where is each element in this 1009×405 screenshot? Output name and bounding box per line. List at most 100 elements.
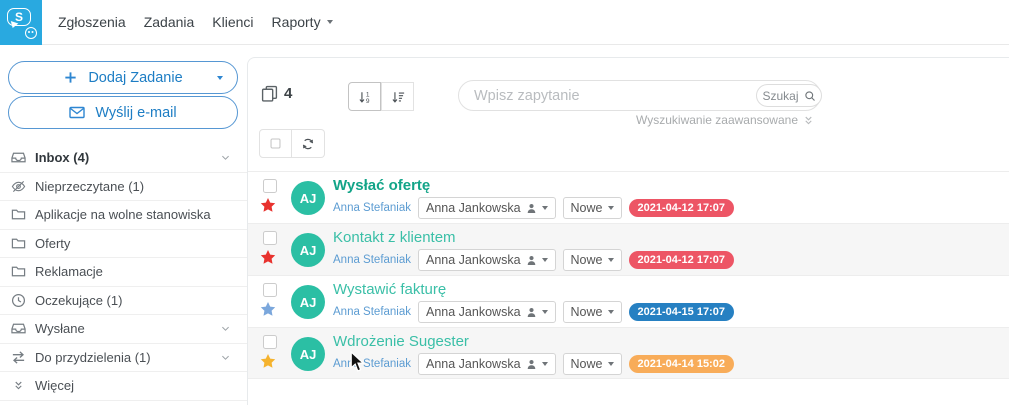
- sort-button-group: 19: [348, 82, 414, 111]
- app-screen: S Zgłoszenia Zadania Klienci Raporty Dod…: [0, 0, 1009, 405]
- avatar-initials: AJ: [299, 242, 317, 258]
- folder-item-icon: [10, 380, 26, 391]
- logo-bubble-icon: S: [7, 7, 31, 26]
- logo-letter: S: [14, 9, 23, 24]
- send-email-button[interactable]: Wyślij e-mail: [8, 96, 238, 129]
- task-meta: Anna Stefaniak Anna Jankowska Nowe 2021-…: [333, 249, 734, 271]
- caret-down-icon: [541, 258, 548, 262]
- status-dropdown[interactable]: Nowe: [562, 249, 622, 271]
- folder-item-label: Inbox (4): [35, 150, 90, 166]
- sidebar-folder-item[interactable]: Wysłane: [0, 315, 247, 344]
- avatar: AJ: [291, 181, 325, 215]
- sidebar-folder-item[interactable]: Reklamacje: [0, 258, 247, 287]
- search-button[interactable]: Szukaj: [756, 84, 822, 107]
- assignee-dropdown[interactable]: Anna Jankowska: [418, 249, 556, 271]
- task-row-content: Wysłać ofertę Anna Stefaniak Anna Jankow…: [333, 172, 999, 223]
- folder-item-icon: [10, 264, 26, 279]
- assignee-dropdown[interactable]: Anna Jankowska: [418, 197, 556, 219]
- status-label: Nowe: [570, 201, 603, 215]
- folder-item-icon: [10, 321, 26, 336]
- nav-item[interactable]: Zgłoszenia: [49, 14, 135, 30]
- double-chevron-down-icon: [803, 115, 814, 126]
- avatar-initials: AJ: [299, 294, 317, 310]
- folder-item-icon: [10, 350, 26, 365]
- chevron-down-icon[interactable]: [220, 323, 231, 334]
- sidebar-folder-item[interactable]: Oferty: [0, 229, 247, 258]
- search-button-label: Szukaj: [762, 88, 799, 103]
- avatar-initials: AJ: [299, 190, 317, 206]
- caret-down-icon[interactable]: [217, 76, 223, 80]
- folder-item-label: Reklamacje: [35, 264, 103, 280]
- person-icon: [526, 307, 537, 318]
- task-title[interactable]: Wdrożenie Sugester: [333, 333, 469, 350]
- sort-button[interactable]: [381, 82, 414, 111]
- task-checkbox[interactable]: [263, 231, 277, 245]
- star-icon[interactable]: [260, 301, 276, 317]
- star-icon[interactable]: [260, 353, 276, 369]
- caret-down-icon: [541, 362, 548, 366]
- sidebar-folder-item[interactable]: Inbox (4): [0, 144, 247, 173]
- sidebar-folder-item[interactable]: Nieprzeczytane (1): [0, 172, 247, 201]
- task-title[interactable]: Wysłać ofertę: [333, 177, 430, 194]
- task-title[interactable]: Wystawić fakturę: [333, 281, 446, 298]
- main-menu: Zgłoszenia Zadania Klienci Raporty: [49, 0, 342, 44]
- chevron-down-icon[interactable]: [220, 352, 231, 363]
- task-from-link[interactable]: Anna Stefaniak: [333, 358, 411, 370]
- star-icon[interactable]: [260, 249, 276, 265]
- folder-item-icon: [10, 236, 26, 251]
- sidebar-folder-item[interactable]: Oczekujące (1): [0, 286, 247, 315]
- task-checkbox[interactable]: [263, 283, 277, 297]
- task-from-link[interactable]: Anna Stefaniak: [333, 254, 411, 266]
- caret-down-icon: [607, 206, 614, 210]
- task-meta: Anna Stefaniak Anna Jankowska Nowe 2021-…: [333, 197, 734, 219]
- envelope-icon: [69, 106, 86, 119]
- date-badge: 2021-04-14 15:02: [628, 355, 734, 373]
- task-checkbox[interactable]: [263, 179, 277, 193]
- nav-item[interactable]: Raporty: [263, 14, 342, 30]
- sidebar-folder-item[interactable]: Więcej: [0, 372, 247, 401]
- nav-item-label: Zgłoszenia: [58, 14, 126, 30]
- person-icon: [526, 203, 537, 214]
- magnifier-icon: [804, 90, 816, 102]
- assignee-name: Anna Jankowska: [426, 305, 521, 319]
- folder-item-label: Do przydzielenia (1): [35, 349, 151, 365]
- logo-smiley-icon: [25, 26, 37, 39]
- status-dropdown[interactable]: Nowe: [562, 197, 622, 219]
- advanced-search-link[interactable]: Wyszukiwanie zaawansowane: [614, 113, 814, 127]
- assignee-dropdown[interactable]: Anna Jankowska: [418, 353, 556, 375]
- task-from-link[interactable]: Anna Stefaniak: [333, 202, 411, 214]
- assignee-dropdown[interactable]: Anna Jankowska: [418, 301, 556, 323]
- folder-item-label: Aplikacje na wolne stanowiska: [35, 207, 211, 223]
- status-dropdown[interactable]: Nowe: [562, 353, 622, 375]
- folder-item-label: Oczekujące (1): [35, 292, 123, 308]
- app-logo[interactable]: S: [0, 0, 42, 45]
- task-title[interactable]: Kontakt z klientem: [333, 229, 456, 246]
- add-task-button[interactable]: Dodaj Zadanie: [8, 61, 238, 94]
- status-dropdown[interactable]: Nowe: [562, 301, 622, 323]
- sort-button[interactable]: 19: [348, 82, 381, 111]
- nav-item[interactable]: Klienci: [203, 14, 262, 30]
- task-meta: Anna Stefaniak Anna Jankowska Nowe 2021-…: [333, 301, 734, 323]
- folder-item-label: Wysłane: [35, 321, 85, 337]
- task-from-link[interactable]: Anna Stefaniak: [333, 306, 411, 318]
- chevron-down-icon[interactable]: [220, 152, 231, 163]
- task-checkbox[interactable]: [263, 335, 277, 349]
- folder-item-label: Więcej: [35, 378, 75, 394]
- folder-item-label: Oferty: [35, 235, 71, 251]
- nav-item[interactable]: Zadania: [135, 14, 204, 30]
- task-count-value: 4: [284, 85, 293, 102]
- status-label: Nowe: [570, 357, 603, 371]
- sidebar-folder-item[interactable]: Aplikacje na wolne stanowiska: [0, 201, 247, 230]
- select-all-button[interactable]: [259, 129, 292, 158]
- task-row-content: Wystawić fakturę Anna Stefaniak Anna Jan…: [333, 276, 999, 327]
- task-list: AJ Wysłać ofertę Anna Stefaniak Anna Jan…: [248, 171, 1009, 379]
- nav-item-label: Zadania: [143, 14, 195, 30]
- nav-item-label: Klienci: [212, 14, 254, 30]
- task-list-panel: 4 19 Szukaj Wyszukiwanie zaawansowane: [247, 57, 1009, 405]
- send-email-label: Wyślij e-mail: [95, 104, 177, 121]
- advanced-search-label: Wyszukiwanie zaawansowane: [636, 113, 798, 127]
- sidebar-folder-item[interactable]: Do przydzielenia (1): [0, 343, 247, 372]
- task-count: 4: [261, 85, 292, 102]
- star-icon[interactable]: [260, 197, 276, 213]
- refresh-button[interactable]: [292, 129, 325, 158]
